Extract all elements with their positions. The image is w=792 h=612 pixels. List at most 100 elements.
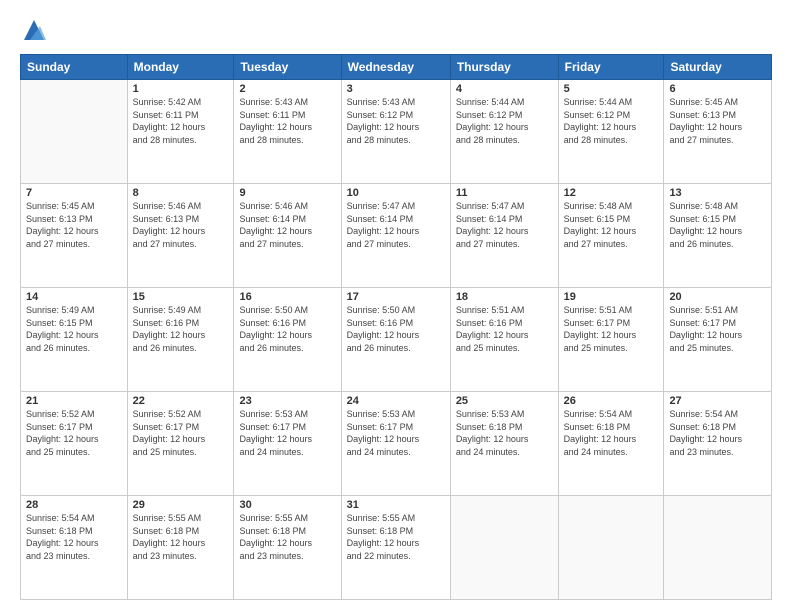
- weekday-header-row: SundayMondayTuesdayWednesdayThursdayFrid…: [21, 55, 772, 80]
- calendar-cell: 21Sunrise: 5:52 AM Sunset: 6:17 PM Dayli…: [21, 392, 128, 496]
- day-info: Sunrise: 5:53 AM Sunset: 6:17 PM Dayligh…: [347, 408, 445, 458]
- day-info: Sunrise: 5:54 AM Sunset: 6:18 PM Dayligh…: [26, 512, 122, 562]
- day-number: 1: [133, 83, 229, 95]
- day-number: 30: [239, 499, 335, 511]
- day-info: Sunrise: 5:51 AM Sunset: 6:17 PM Dayligh…: [564, 304, 659, 354]
- day-info: Sunrise: 5:53 AM Sunset: 6:18 PM Dayligh…: [456, 408, 553, 458]
- week-row-2: 7Sunrise: 5:45 AM Sunset: 6:13 PM Daylig…: [21, 184, 772, 288]
- calendar-cell: 8Sunrise: 5:46 AM Sunset: 6:13 PM Daylig…: [127, 184, 234, 288]
- week-row-3: 14Sunrise: 5:49 AM Sunset: 6:15 PM Dayli…: [21, 288, 772, 392]
- calendar-cell: [664, 496, 772, 600]
- day-number: 12: [564, 187, 659, 199]
- calendar-cell: 11Sunrise: 5:47 AM Sunset: 6:14 PM Dayli…: [450, 184, 558, 288]
- calendar-cell: 9Sunrise: 5:46 AM Sunset: 6:14 PM Daylig…: [234, 184, 341, 288]
- day-number: 29: [133, 499, 229, 511]
- day-number: 18: [456, 291, 553, 303]
- day-number: 22: [133, 395, 229, 407]
- calendar-cell: 13Sunrise: 5:48 AM Sunset: 6:15 PM Dayli…: [664, 184, 772, 288]
- calendar-cell: 29Sunrise: 5:55 AM Sunset: 6:18 PM Dayli…: [127, 496, 234, 600]
- day-info: Sunrise: 5:45 AM Sunset: 6:13 PM Dayligh…: [669, 96, 766, 146]
- day-number: 27: [669, 395, 766, 407]
- day-number: 21: [26, 395, 122, 407]
- weekday-header-tuesday: Tuesday: [234, 55, 341, 80]
- day-number: 25: [456, 395, 553, 407]
- day-info: Sunrise: 5:54 AM Sunset: 6:18 PM Dayligh…: [669, 408, 766, 458]
- calendar-cell: 18Sunrise: 5:51 AM Sunset: 6:16 PM Dayli…: [450, 288, 558, 392]
- day-info: Sunrise: 5:44 AM Sunset: 6:12 PM Dayligh…: [564, 96, 659, 146]
- day-info: Sunrise: 5:43 AM Sunset: 6:11 PM Dayligh…: [239, 96, 335, 146]
- day-info: Sunrise: 5:52 AM Sunset: 6:17 PM Dayligh…: [26, 408, 122, 458]
- day-info: Sunrise: 5:53 AM Sunset: 6:17 PM Dayligh…: [239, 408, 335, 458]
- calendar-cell: 7Sunrise: 5:45 AM Sunset: 6:13 PM Daylig…: [21, 184, 128, 288]
- calendar-cell: 5Sunrise: 5:44 AM Sunset: 6:12 PM Daylig…: [558, 80, 664, 184]
- calendar-cell: 31Sunrise: 5:55 AM Sunset: 6:18 PM Dayli…: [341, 496, 450, 600]
- calendar-cell: 26Sunrise: 5:54 AM Sunset: 6:18 PM Dayli…: [558, 392, 664, 496]
- day-number: 10: [347, 187, 445, 199]
- day-info: Sunrise: 5:55 AM Sunset: 6:18 PM Dayligh…: [133, 512, 229, 562]
- day-info: Sunrise: 5:45 AM Sunset: 6:13 PM Dayligh…: [26, 200, 122, 250]
- day-info: Sunrise: 5:44 AM Sunset: 6:12 PM Dayligh…: [456, 96, 553, 146]
- calendar-cell: 15Sunrise: 5:49 AM Sunset: 6:16 PM Dayli…: [127, 288, 234, 392]
- calendar-cell: 27Sunrise: 5:54 AM Sunset: 6:18 PM Dayli…: [664, 392, 772, 496]
- calendar-cell: 1Sunrise: 5:42 AM Sunset: 6:11 PM Daylig…: [127, 80, 234, 184]
- weekday-header-monday: Monday: [127, 55, 234, 80]
- day-number: 14: [26, 291, 122, 303]
- calendar-cell: 12Sunrise: 5:48 AM Sunset: 6:15 PM Dayli…: [558, 184, 664, 288]
- day-number: 20: [669, 291, 766, 303]
- day-info: Sunrise: 5:49 AM Sunset: 6:16 PM Dayligh…: [133, 304, 229, 354]
- day-info: Sunrise: 5:50 AM Sunset: 6:16 PM Dayligh…: [347, 304, 445, 354]
- logo: [20, 16, 52, 44]
- calendar-cell: 19Sunrise: 5:51 AM Sunset: 6:17 PM Dayli…: [558, 288, 664, 392]
- calendar-cell: 3Sunrise: 5:43 AM Sunset: 6:12 PM Daylig…: [341, 80, 450, 184]
- day-number: 24: [347, 395, 445, 407]
- calendar-cell: [558, 496, 664, 600]
- calendar-cell: 17Sunrise: 5:50 AM Sunset: 6:16 PM Dayli…: [341, 288, 450, 392]
- weekday-header-friday: Friday: [558, 55, 664, 80]
- calendar-cell: 25Sunrise: 5:53 AM Sunset: 6:18 PM Dayli…: [450, 392, 558, 496]
- page: SundayMondayTuesdayWednesdayThursdayFrid…: [0, 0, 792, 612]
- day-info: Sunrise: 5:49 AM Sunset: 6:15 PM Dayligh…: [26, 304, 122, 354]
- day-number: 4: [456, 83, 553, 95]
- weekday-header-wednesday: Wednesday: [341, 55, 450, 80]
- day-info: Sunrise: 5:51 AM Sunset: 6:16 PM Dayligh…: [456, 304, 553, 354]
- weekday-header-thursday: Thursday: [450, 55, 558, 80]
- weekday-header-sunday: Sunday: [21, 55, 128, 80]
- day-number: 6: [669, 83, 766, 95]
- day-number: 15: [133, 291, 229, 303]
- calendar-cell: [450, 496, 558, 600]
- calendar-cell: [21, 80, 128, 184]
- day-info: Sunrise: 5:51 AM Sunset: 6:17 PM Dayligh…: [669, 304, 766, 354]
- day-number: 9: [239, 187, 335, 199]
- day-info: Sunrise: 5:47 AM Sunset: 6:14 PM Dayligh…: [456, 200, 553, 250]
- day-info: Sunrise: 5:55 AM Sunset: 6:18 PM Dayligh…: [347, 512, 445, 562]
- header: [20, 16, 772, 44]
- day-info: Sunrise: 5:55 AM Sunset: 6:18 PM Dayligh…: [239, 512, 335, 562]
- week-row-1: 1Sunrise: 5:42 AM Sunset: 6:11 PM Daylig…: [21, 80, 772, 184]
- calendar-cell: 16Sunrise: 5:50 AM Sunset: 6:16 PM Dayli…: [234, 288, 341, 392]
- day-info: Sunrise: 5:48 AM Sunset: 6:15 PM Dayligh…: [564, 200, 659, 250]
- calendar-cell: 24Sunrise: 5:53 AM Sunset: 6:17 PM Dayli…: [341, 392, 450, 496]
- calendar-cell: 20Sunrise: 5:51 AM Sunset: 6:17 PM Dayli…: [664, 288, 772, 392]
- calendar-cell: 28Sunrise: 5:54 AM Sunset: 6:18 PM Dayli…: [21, 496, 128, 600]
- day-number: 13: [669, 187, 766, 199]
- calendar-cell: 2Sunrise: 5:43 AM Sunset: 6:11 PM Daylig…: [234, 80, 341, 184]
- day-number: 7: [26, 187, 122, 199]
- calendar-cell: 6Sunrise: 5:45 AM Sunset: 6:13 PM Daylig…: [664, 80, 772, 184]
- calendar-cell: 22Sunrise: 5:52 AM Sunset: 6:17 PM Dayli…: [127, 392, 234, 496]
- weekday-header-saturday: Saturday: [664, 55, 772, 80]
- day-number: 23: [239, 395, 335, 407]
- week-row-5: 28Sunrise: 5:54 AM Sunset: 6:18 PM Dayli…: [21, 496, 772, 600]
- calendar-cell: 14Sunrise: 5:49 AM Sunset: 6:15 PM Dayli…: [21, 288, 128, 392]
- day-info: Sunrise: 5:43 AM Sunset: 6:12 PM Dayligh…: [347, 96, 445, 146]
- day-info: Sunrise: 5:54 AM Sunset: 6:18 PM Dayligh…: [564, 408, 659, 458]
- day-number: 2: [239, 83, 335, 95]
- day-number: 26: [564, 395, 659, 407]
- day-number: 28: [26, 499, 122, 511]
- day-info: Sunrise: 5:42 AM Sunset: 6:11 PM Dayligh…: [133, 96, 229, 146]
- day-info: Sunrise: 5:46 AM Sunset: 6:14 PM Dayligh…: [239, 200, 335, 250]
- week-row-4: 21Sunrise: 5:52 AM Sunset: 6:17 PM Dayli…: [21, 392, 772, 496]
- day-info: Sunrise: 5:46 AM Sunset: 6:13 PM Dayligh…: [133, 200, 229, 250]
- day-number: 31: [347, 499, 445, 511]
- calendar-cell: 30Sunrise: 5:55 AM Sunset: 6:18 PM Dayli…: [234, 496, 341, 600]
- day-number: 11: [456, 187, 553, 199]
